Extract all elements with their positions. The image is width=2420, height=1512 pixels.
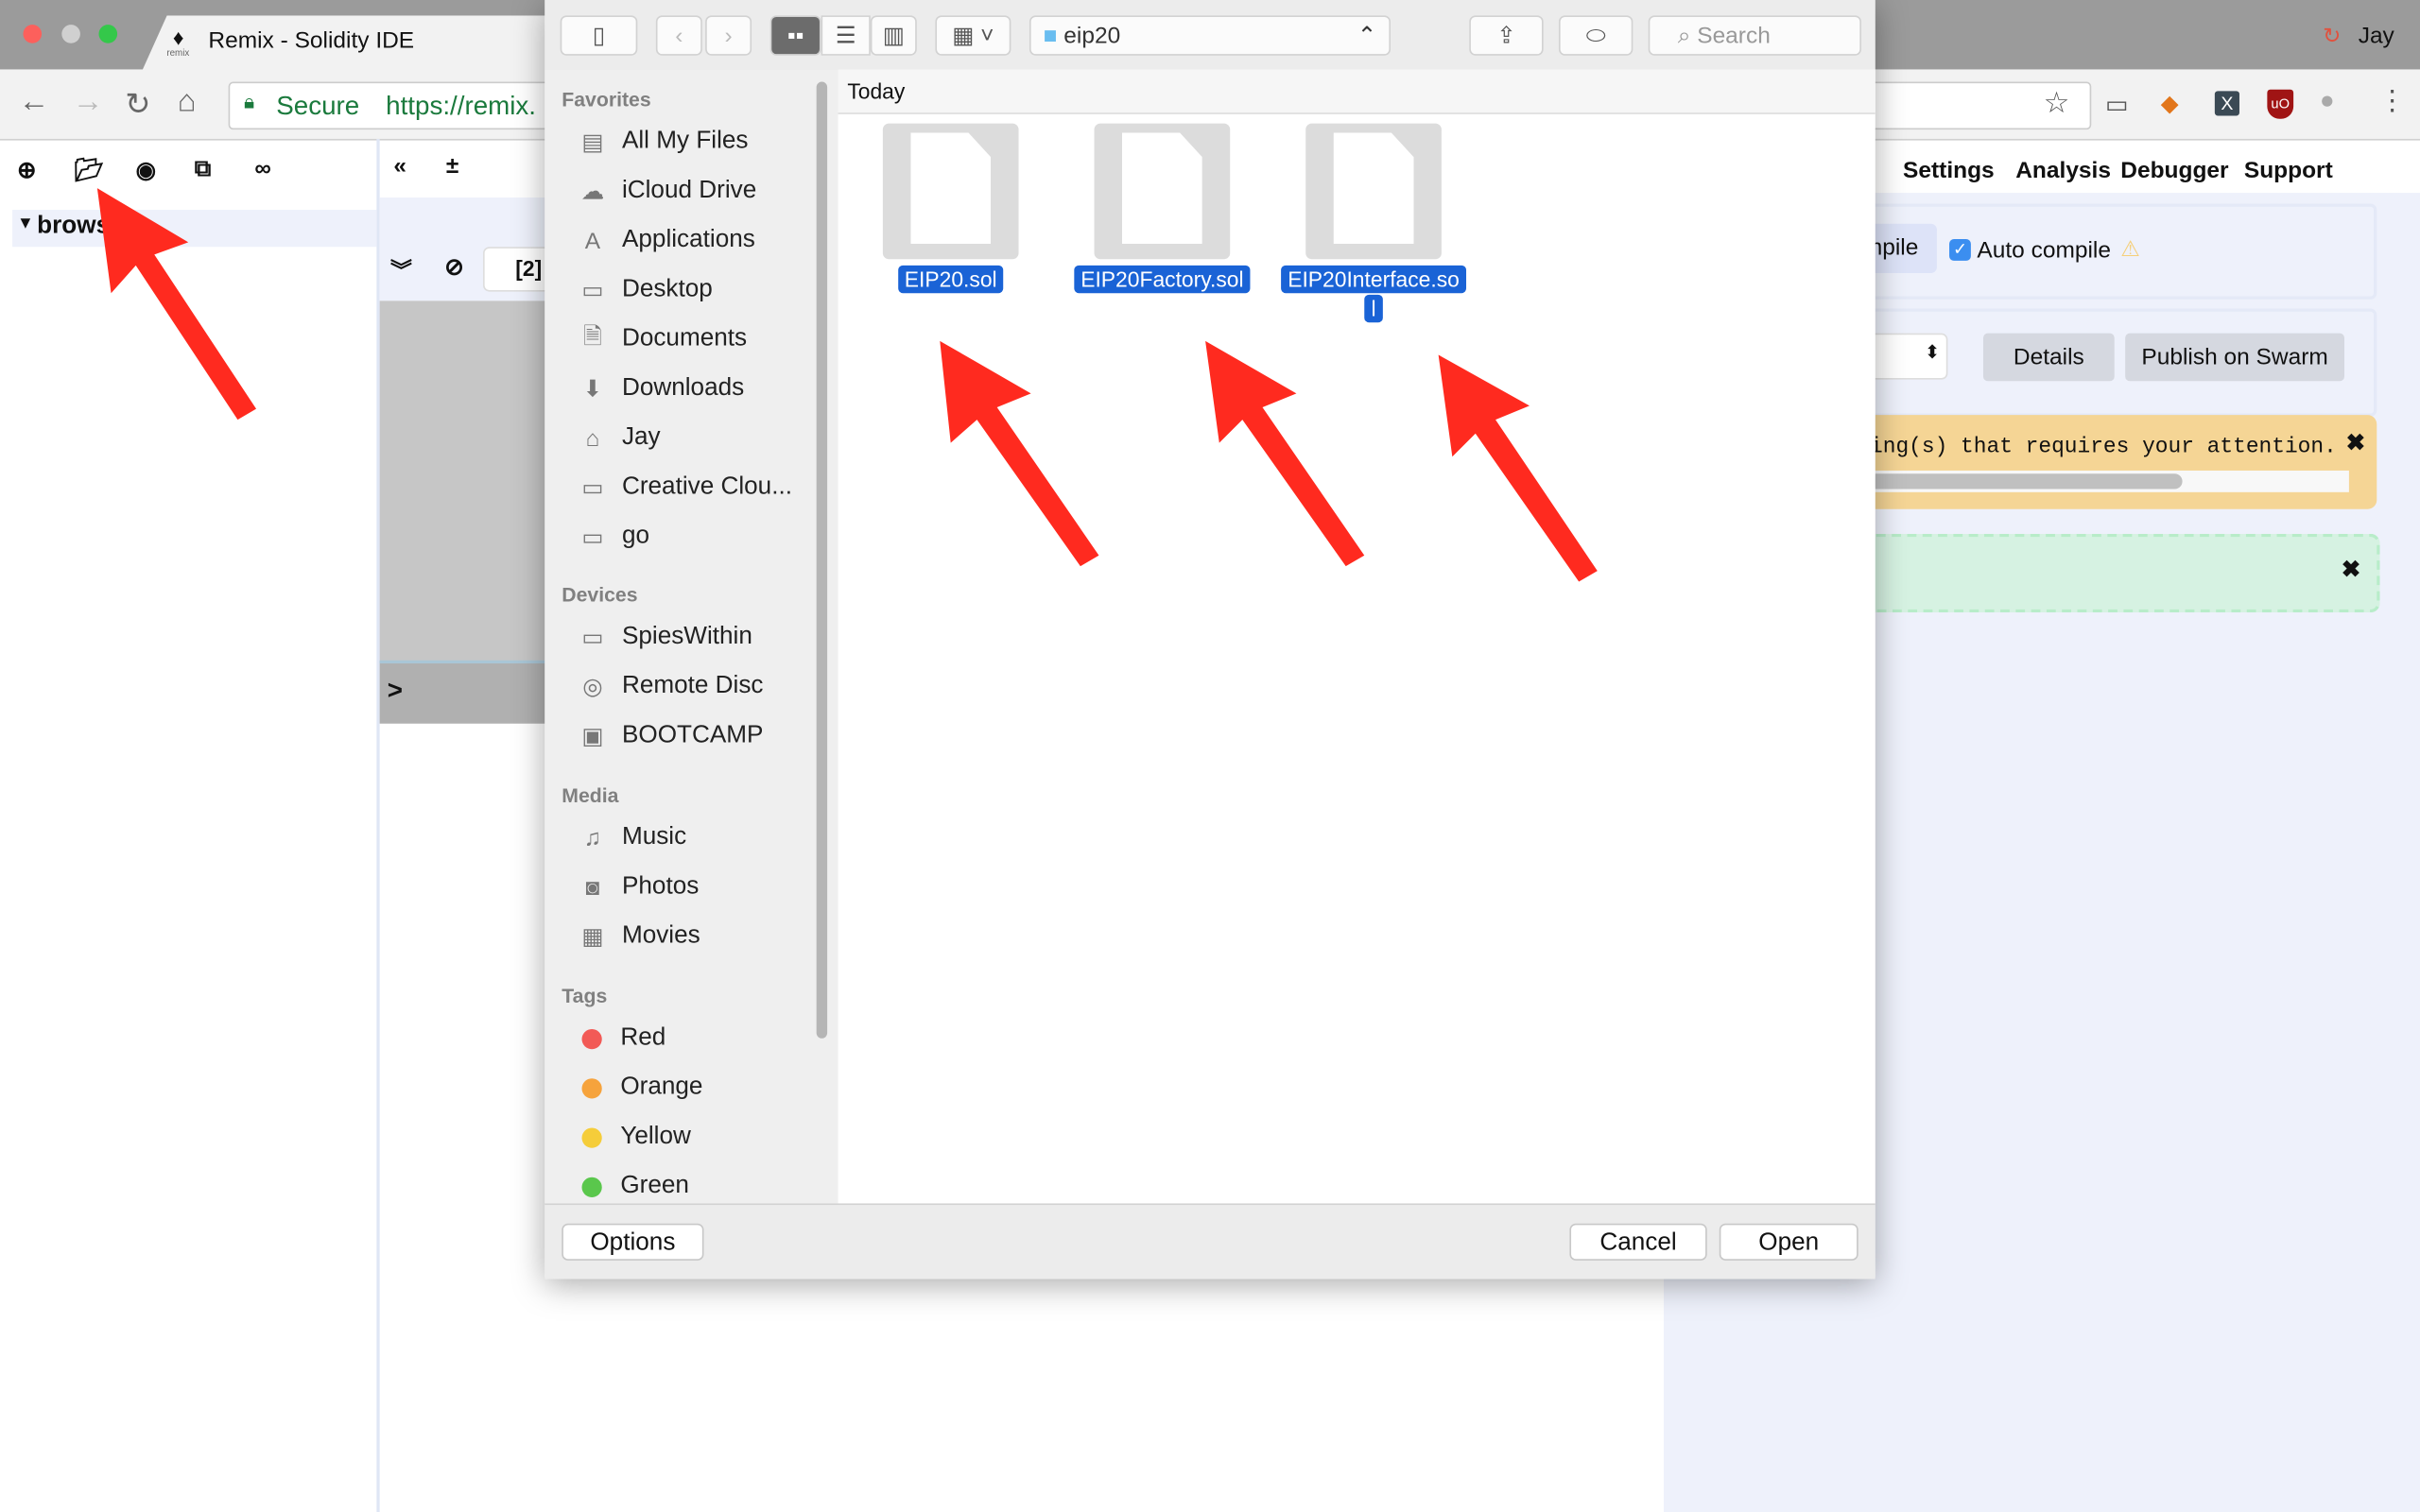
- arrow-annotation: [1205, 340, 1365, 567]
- arrow-annotation: [1438, 354, 1598, 582]
- arrow-annotation: [96, 188, 257, 421]
- annotation-overlay: [96, 188, 1598, 582]
- arrow-annotation: [940, 340, 1099, 567]
